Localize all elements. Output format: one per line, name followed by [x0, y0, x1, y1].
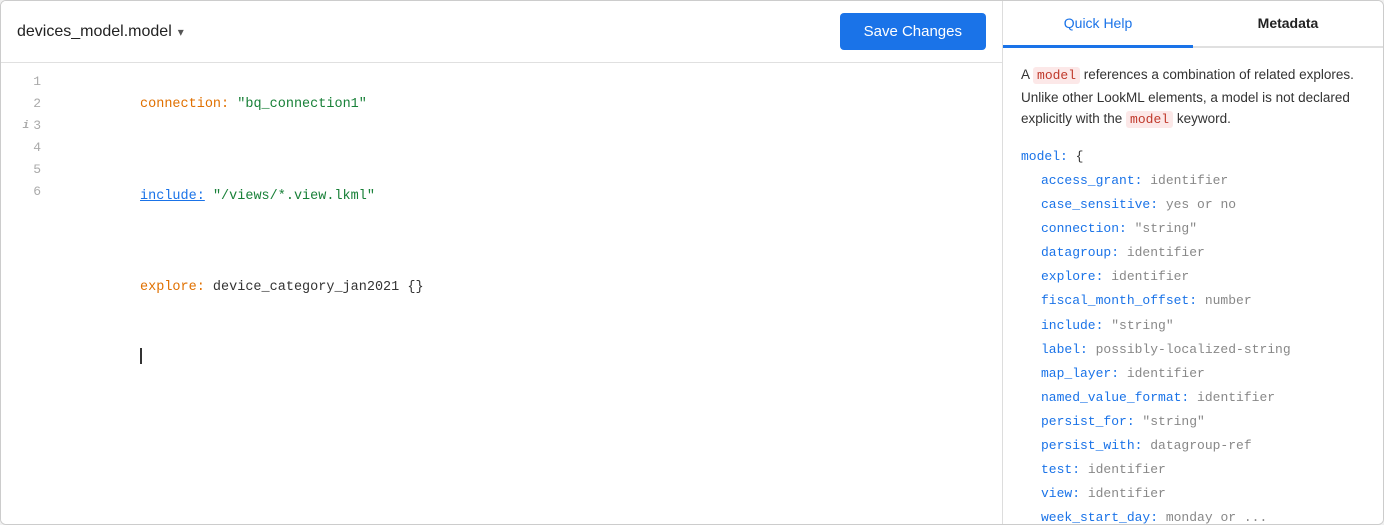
ref-label: label: possibly-localized-string — [1021, 338, 1365, 362]
ref-persist-for: persist_for: "string" — [1021, 410, 1365, 434]
code-line-6 — [59, 323, 1002, 392]
ref-access-grant: access_grant: identifier — [1021, 169, 1365, 193]
line-num-4: 4 — [11, 137, 41, 159]
main-container: devices_model.model ▾ Save Changes 1 2 i… — [0, 0, 1384, 525]
text-cursor — [140, 348, 142, 364]
line-num-1: 1 — [11, 71, 41, 93]
info-icon: i — [23, 117, 30, 136]
help-description: A model references a combination of rela… — [1021, 64, 1365, 131]
ref-test: test: identifier — [1021, 458, 1365, 482]
editor-panel: devices_model.model ▾ Save Changes 1 2 i… — [1, 1, 1003, 524]
ref-connection: connection: "string" — [1021, 217, 1365, 241]
ref-opener: model: { — [1021, 145, 1365, 169]
line-numbers: 1 2 i 3 4 5 6 — [1, 71, 51, 516]
kw-connection: connection: — [140, 97, 229, 112]
line-num-3: i 3 — [11, 115, 41, 137]
tab-quick-help[interactable]: Quick Help — [1003, 1, 1193, 48]
code-line-4 — [59, 232, 1002, 255]
tab-metadata[interactable]: Metadata — [1193, 1, 1383, 46]
ref-persist-with: persist_with: datagroup-ref — [1021, 434, 1365, 458]
line-num-5: 5 — [11, 159, 41, 181]
save-changes-button[interactable]: Save Changes — [840, 13, 986, 50]
editor-header: devices_model.model ▾ Save Changes — [1, 1, 1002, 63]
help-reference: model: { access_grant: identifier case_s… — [1021, 145, 1365, 524]
code-line-2 — [59, 140, 1002, 163]
file-title[interactable]: devices_model.model ▾ — [17, 23, 184, 41]
inline-code-model2: model — [1126, 111, 1173, 128]
line-num-2: 2 — [11, 93, 41, 115]
str-bq-connection: "bq_connection1" — [237, 97, 367, 112]
ref-explore: explore: identifier — [1021, 265, 1365, 289]
tab-metadata-label: Metadata — [1258, 15, 1319, 31]
ref-named-value-format: named_value_format: identifier — [1021, 386, 1365, 410]
quick-help-content: A model references a combination of rela… — [1003, 48, 1383, 524]
ref-datagroup: datagroup: identifier — [1021, 241, 1365, 265]
dropdown-arrow-icon: ▾ — [178, 25, 184, 39]
file-name: devices_model.model — [17, 23, 172, 41]
ref-include: include: "string" — [1021, 314, 1365, 338]
str-include-path: "/views/*.view.lkml" — [213, 189, 375, 204]
code-line-3: include: "/views/*.view.lkml" — [59, 163, 1002, 232]
code-content[interactable]: connection: "bq_connection1" include: "/… — [51, 71, 1002, 516]
tab-quick-help-label: Quick Help — [1064, 15, 1132, 31]
code-line-1: connection: "bq_connection1" — [59, 71, 1002, 140]
kw-include: include: — [140, 189, 205, 204]
line-num-6: 6 — [11, 181, 41, 203]
ref-map-layer: map_layer: identifier — [1021, 362, 1365, 386]
kw-explore: explore: — [140, 280, 205, 295]
ref-week-start-day: week_start_day: monday or ... — [1021, 506, 1365, 524]
help-panel: Quick Help Metadata A model references a… — [1003, 1, 1383, 524]
tabs-bar: Quick Help Metadata — [1003, 1, 1383, 48]
inline-code-model1: model — [1033, 67, 1080, 84]
ref-fiscal-month-offset: fiscal_month_offset: number — [1021, 289, 1365, 313]
ref-view: view: identifier — [1021, 482, 1365, 506]
ref-case-sensitive: case_sensitive: yes or no — [1021, 193, 1365, 217]
code-line-5: explore: device_category_jan2021 {} — [59, 255, 1002, 324]
code-editor[interactable]: 1 2 i 3 4 5 6 connection: "bq_connection… — [1, 63, 1002, 524]
